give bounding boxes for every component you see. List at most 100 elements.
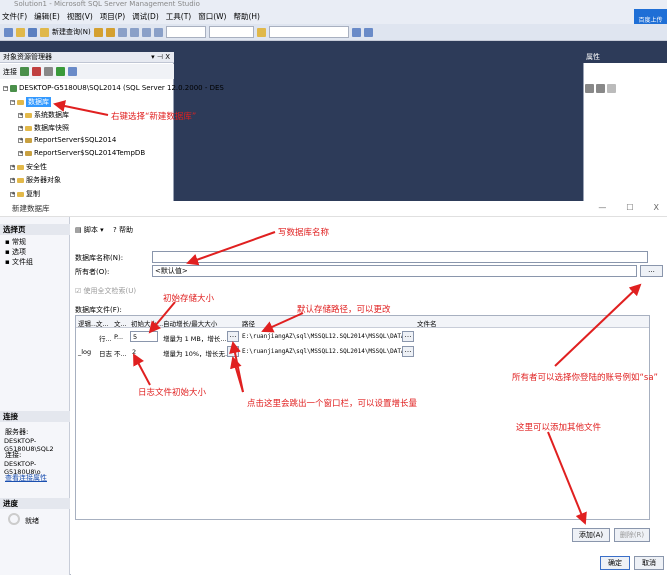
cancel-button[interactable]: 取消 (634, 556, 664, 570)
row1-filegroup[interactable]: P... (114, 333, 123, 341)
row1-path[interactable]: E:\ruanjiangAZ\sql\MSSQL12.SQL2014\MSSQL… (242, 333, 408, 340)
fulltext-checkbox[interactable]: ☑ 使用全文检索(U) (75, 286, 136, 296)
open-file-icon[interactable] (16, 27, 25, 37)
owner-input[interactable]: <默认值> (152, 265, 637, 277)
row2-growth-browse-button[interactable]: … (227, 346, 239, 357)
tree-system-databases[interactable]: + 系统数据库 (18, 110, 69, 120)
collapse-icon[interactable]: − (3, 85, 8, 91)
redo-icon[interactable] (153, 27, 163, 37)
disconnect-icon[interactable] (32, 67, 41, 76)
menu-project[interactable]: 项目(P) (100, 11, 125, 22)
menu-window[interactable]: 窗口(W) (198, 11, 226, 22)
row1-initial-size[interactable]: 5 (130, 331, 158, 342)
expand-icon[interactable]: + (18, 112, 23, 118)
property-pages-icon[interactable] (607, 84, 616, 93)
connect-icon[interactable] (20, 67, 29, 76)
alphabetical-icon[interactable] (596, 84, 605, 93)
tree-databases[interactable]: − 数据库 (10, 97, 51, 107)
page-label: 选项 (11, 248, 26, 256)
filter-icon[interactable] (44, 67, 53, 76)
expand-icon[interactable]: + (10, 177, 15, 183)
add-file-button[interactable]: 添加(A) (572, 528, 610, 542)
connection-label: 连接: (5, 451, 22, 459)
solution-config-select[interactable] (165, 26, 206, 38)
page-options[interactable]: ▪ 选项 (5, 247, 26, 257)
analysis-query-icon[interactable] (105, 27, 115, 37)
collapse-icon[interactable]: − (10, 99, 15, 105)
col-autogrowth[interactable]: 自动增长/最大大小 (163, 318, 217, 328)
tree-reportserver[interactable]: + ReportServer$SQL2014 (18, 136, 116, 144)
summary-icon[interactable] (68, 67, 77, 76)
row2-growth: 增量为 10%，增长无... (163, 350, 232, 358)
properties-icon[interactable] (351, 27, 361, 37)
tree-security[interactable]: + 安全性 (10, 162, 47, 172)
annotation-initial-size: 初始存储大小 (163, 294, 215, 304)
categorized-icon[interactable] (585, 84, 594, 93)
page-filegroups[interactable]: ▪ 文件组 (5, 257, 33, 267)
view-connection-properties-link[interactable]: 查看连接属性 (5, 473, 47, 483)
folder-icon (17, 164, 24, 170)
menu-edit[interactable]: 编辑(E) (34, 11, 60, 22)
expand-icon[interactable]: + (18, 125, 23, 131)
menu-file[interactable]: 文件(F) (2, 11, 27, 22)
menu-view[interactable]: 视图(V) (67, 11, 93, 22)
tree-replication[interactable]: + 复制 (10, 188, 40, 200)
tree-server[interactable]: − DESKTOP-G5180U8\SQL2014 (SQL Server 12… (3, 84, 224, 92)
col-initial-size[interactable]: 初始大小... (131, 318, 163, 328)
search-combo[interactable] (268, 26, 349, 38)
row2-path-browse-button[interactable]: … (402, 346, 414, 357)
tree-item-label: 服务器对象 (26, 176, 61, 184)
row2-path[interactable]: E:\ruanjiangAZ\sql\MSSQL12.SQL2014\MSSQL… (242, 348, 408, 355)
refresh-icon[interactable] (56, 67, 65, 76)
new-query-icon[interactable] (40, 27, 49, 37)
menu-help[interactable]: 帮助(H) (233, 11, 260, 22)
row1-growth-browse-button[interactable]: … (227, 331, 239, 342)
new-query-label[interactable]: 新建查询(N) (52, 27, 91, 37)
connect-button[interactable]: 连接 (3, 67, 17, 77)
row2-logical[interactable]: _log (78, 348, 91, 356)
new-project-icon[interactable] (4, 27, 13, 37)
remove-file-button[interactable]: 删除(R) (614, 528, 650, 542)
expand-icon[interactable]: + (10, 191, 15, 197)
object-explorer-toolbar: 连接 (0, 64, 174, 79)
tree-snapshots[interactable]: + 数据库快照 (18, 123, 69, 133)
toolbox-icon[interactable] (363, 27, 373, 37)
copy-icon[interactable] (129, 27, 139, 37)
col-filename[interactable]: 文件名 (417, 318, 437, 328)
tree-reportserver-tempdb[interactable]: + ReportServer$SQL2014TempDB (18, 149, 145, 157)
col-path[interactable]: 路径 (242, 318, 255, 328)
help-button[interactable]: ? 帮助 (113, 225, 133, 235)
col-filegroup[interactable]: 文... (114, 318, 127, 328)
owner-browse-button[interactable]: ... (640, 265, 663, 277)
script-button[interactable]: ▤ 脚本 ▾ (75, 225, 104, 235)
undo-icon[interactable] (141, 27, 151, 37)
col-logical[interactable]: 逻辑... (78, 318, 97, 328)
col-type[interactable]: 文... (96, 318, 109, 328)
find-icon[interactable] (256, 27, 266, 37)
tree-server-objects[interactable]: + 服务器对象 (10, 175, 61, 185)
annotation-write-name: 写数据库名称 (278, 228, 330, 238)
close-button[interactable]: X (654, 203, 659, 212)
expand-icon[interactable]: + (18, 150, 23, 156)
row2-filegroup[interactable]: 不... (114, 348, 127, 358)
tree-item-label: 数据库快照 (34, 124, 69, 132)
expand-icon[interactable]: + (18, 137, 23, 143)
cut-icon[interactable] (117, 27, 127, 37)
row1-type[interactable]: 行... (99, 333, 112, 343)
menu-tools[interactable]: 工具(T) (166, 11, 191, 22)
expand-icon[interactable]: + (10, 164, 15, 170)
minimize-button[interactable]: — (598, 203, 606, 212)
row1-path-browse-button[interactable]: … (402, 331, 414, 342)
row2-initial-size[interactable]: 2 (132, 348, 136, 356)
row2-type[interactable]: 日志 (99, 348, 112, 358)
platform-select[interactable] (208, 26, 254, 38)
db-name-input[interactable] (152, 251, 648, 263)
save-icon[interactable] (28, 27, 37, 37)
pane-controls[interactable]: ▾ ⊣ X (151, 52, 170, 63)
db-engine-query-icon[interactable] (93, 27, 103, 37)
maximize-button[interactable]: ☐ (626, 203, 633, 212)
page-general[interactable]: ▪ 常规 (5, 237, 26, 247)
menu-debug[interactable]: 调试(D) (132, 11, 159, 22)
ok-button[interactable]: 确定 (600, 556, 630, 570)
databases-label[interactable]: 数据库 (26, 97, 51, 107)
